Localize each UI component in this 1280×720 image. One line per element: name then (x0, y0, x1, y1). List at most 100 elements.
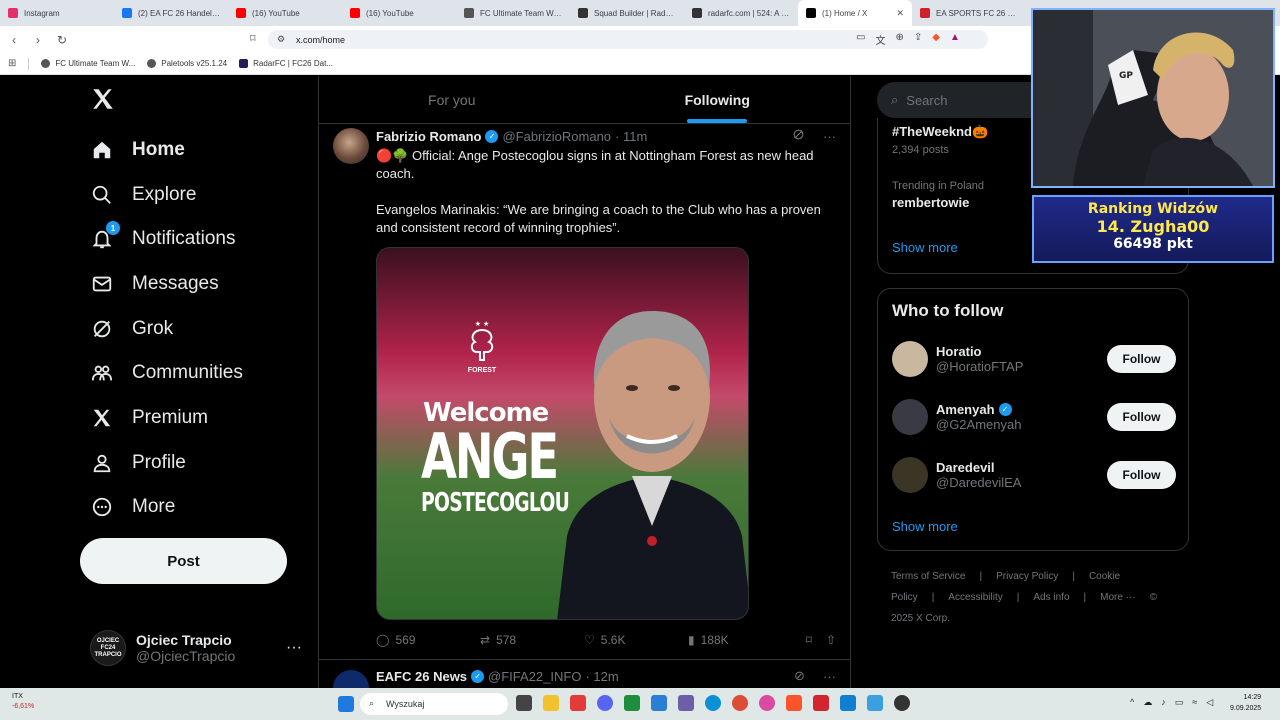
forward-icon[interactable]: › (28, 33, 48, 47)
tab-following[interactable]: Following (585, 76, 851, 123)
tweet-time[interactable]: · 11m (615, 129, 647, 144)
nav-item-messages[interactable]: Messages (90, 269, 219, 299)
share-icon[interactable]: ⇧ (826, 633, 836, 647)
browser-tab[interactable]: FC Ultimate Team Web... (456, 0, 570, 26)
footer-link[interactable]: Accessibility (948, 592, 1002, 603)
footer-link[interactable]: Terms of Service (891, 571, 965, 582)
browser-tab[interactable]: (1) Home / X ✕ (798, 0, 912, 26)
cast-icon[interactable]: ▭ (856, 32, 865, 47)
browser-tab[interactable]: Squad Builder | RadarF... (570, 0, 684, 26)
share-icon[interactable]: ⇪ (914, 32, 922, 47)
file-explorer-icon[interactable] (543, 695, 559, 711)
translate-icon[interactable]: 文 (875, 32, 885, 47)
brave-rewards-icon[interactable]: ▲ (950, 32, 960, 47)
browser-tab[interactable]: (16) YouTube (228, 0, 342, 26)
avatar[interactable] (892, 341, 928, 377)
nav-item-communities[interactable]: Communities (90, 358, 243, 388)
nav-item-notifications[interactable]: 1 Notifications (90, 221, 236, 254)
xbox-icon[interactable] (624, 695, 640, 711)
nav-item-more[interactable]: More (90, 492, 175, 522)
avatar[interactable] (892, 399, 928, 435)
discord-icon[interactable] (597, 695, 613, 711)
post-button[interactable]: Post (80, 538, 287, 584)
app-icon[interactable] (840, 695, 856, 711)
browser-tab[interactable]: Instagram (0, 0, 114, 26)
nav-item-grok[interactable]: Grok (90, 314, 173, 344)
bookmark-fut[interactable]: FC Ultimate Team W... (41, 59, 135, 68)
reload-icon[interactable]: ↻ (52, 33, 72, 47)
ellipsis-icon[interactable]: ··· (286, 639, 302, 657)
trend-item[interactable]: #TheWeeknd🎃 2,394 posts (892, 124, 988, 156)
tab-for-you[interactable]: For you (319, 76, 585, 123)
footer-link[interactable]: More ··· (1100, 592, 1136, 603)
grok-explain-icon[interactable] (792, 128, 805, 144)
more-options-icon[interactable]: ··· (823, 669, 836, 684)
tweet-author-handle[interactable]: @FIFA22_INFO (488, 669, 581, 684)
tweet-author-name[interactable]: Fabrizio Romano (376, 129, 481, 144)
more-options-icon[interactable]: ··· (823, 129, 836, 144)
volume-icon[interactable]: ◁ (1206, 697, 1213, 708)
avatar[interactable] (892, 457, 928, 493)
footer-link[interactable]: Privacy Policy (996, 571, 1058, 582)
follow-button[interactable]: Follow (1107, 461, 1176, 489)
browser-tab[interactable]: radarfc.com | 524: A ti... (684, 0, 798, 26)
show-more-link[interactable]: Show more (892, 519, 958, 534)
visual-studio-icon[interactable] (678, 695, 694, 711)
avatar[interactable] (333, 128, 369, 164)
browser-tab[interactable]: (16) YouTube (342, 0, 456, 26)
app-icon[interactable] (867, 695, 883, 711)
bookmark-icon[interactable]: ⌑ (250, 32, 256, 45)
obs-icon[interactable] (894, 695, 910, 711)
chevron-up-icon[interactable]: ^ (1130, 697, 1134, 708)
back-icon[interactable]: ‹ (4, 33, 24, 47)
brave-shield-icon[interactable]: ◆ (932, 32, 940, 47)
vscode-icon[interactable] (651, 695, 667, 711)
windows-start-icon[interactable] (338, 696, 354, 712)
follow-suggestion[interactable]: Amenyah ✓ @G2Amenyah Follow (892, 397, 1176, 437)
vivaldi-icon[interactable] (813, 695, 829, 711)
stock-widget[interactable]: ITX -6,61% (12, 692, 34, 712)
browser-tab[interactable]: (2) EA FC 26 Handel, Z... (114, 0, 228, 26)
zoom-icon[interactable]: ⊕ (895, 32, 903, 47)
follow-button[interactable]: Follow (1107, 403, 1176, 431)
nav-item-profile[interactable]: Profile (90, 448, 186, 478)
nav-item-premium[interactable]: Premium (90, 403, 208, 433)
show-more-link[interactable]: Show more (892, 240, 958, 255)
nav-item-home[interactable]: Home (90, 135, 185, 165)
taskbar-clock[interactable]: 14:29 9.09.2025 (1230, 692, 1261, 714)
brave-icon[interactable] (786, 695, 802, 711)
browser-tab[interactable]: EA SPORTS FC 26 Play... (912, 0, 1026, 26)
tweet[interactable]: EAFC 26 News ✓ @FIFA22_INFO · 12m ⊘ ··· (319, 660, 850, 706)
tweet-time[interactable]: · 12m (585, 669, 618, 684)
reply-button[interactable]: ◯ 569 (376, 633, 480, 647)
account-switcher[interactable]: OJCIEC FC24 TRAPCIO Ojciec Trapcio @Ojci… (90, 624, 302, 672)
edge-icon[interactable] (705, 695, 721, 711)
tweet-author-name[interactable]: EAFC 26 News (376, 669, 467, 684)
wifi-icon[interactable]: ≈ (1192, 697, 1197, 708)
task-view-icon[interactable] (516, 695, 532, 711)
cloud-icon[interactable]: ☁ (1143, 697, 1152, 708)
tweet-media-image[interactable]: ★ ★ FOREST Welcome ANGE POSTECOGLOU (376, 247, 749, 620)
site-info-icon[interactable]: ⚙ (277, 34, 285, 45)
footer-link[interactable]: Ads info (1033, 592, 1069, 603)
close-tab-icon[interactable]: ✕ (896, 8, 904, 19)
bookmark-radarfc[interactable]: RadarFC | FC26 Dat... (239, 59, 333, 68)
apps-grid-icon[interactable]: ⊞ (8, 58, 16, 69)
app-icon[interactable] (570, 695, 586, 711)
chrome-icon[interactable] (732, 695, 748, 711)
like-button[interactable]: ♡ 5.6K (584, 633, 688, 647)
follow-suggestion[interactable]: Horatio @HoratioFTAP Follow (892, 339, 1176, 379)
x-logo-icon[interactable] (90, 86, 116, 120)
display-icon[interactable]: ▭ (1175, 697, 1184, 708)
nav-item-explore[interactable]: Explore (90, 180, 196, 210)
bookmark-icon[interactable]: ⌑ (806, 633, 812, 647)
opera-icon[interactable] (759, 695, 775, 711)
repost-button[interactable]: ⇄ 578 (480, 633, 584, 647)
tweet-author-handle[interactable]: @FabrizioRomano (502, 129, 611, 144)
trend-item[interactable]: Trending in Poland rembertowie (892, 180, 984, 210)
views-button[interactable]: ▮ 188K (688, 633, 792, 647)
bookmark-paletools[interactable]: Paletools v25.1.24 (147, 59, 227, 68)
follow-button[interactable]: Follow (1107, 345, 1176, 373)
follow-suggestion[interactable]: Daredevil @DaredevilEA Follow (892, 455, 1176, 495)
taskbar-search-input[interactable]: ⌕ Wyszukaj (360, 693, 508, 715)
